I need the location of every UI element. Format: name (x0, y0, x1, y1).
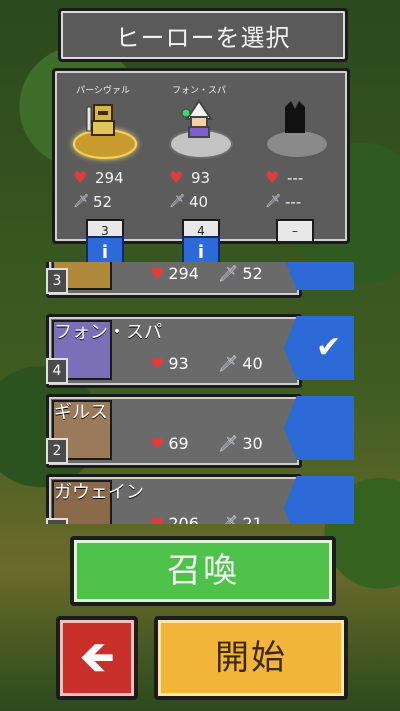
back-arrow-icon[interactable]: 🡸 (56, 616, 138, 700)
select-button[interactable]: ✔ (284, 316, 354, 380)
level-badge: 3 (46, 268, 68, 294)
heart-icon: ♥ (150, 264, 165, 283)
sword-icon: 🗡 (169, 194, 186, 209)
hero-slot-name: パーシヴァル (76, 86, 130, 96)
attack-stat: 🗡 40 (218, 354, 263, 373)
level-badge: 4 (46, 358, 68, 384)
level-badge (46, 518, 68, 524)
attack-stat: 🗡 21 (218, 514, 263, 524)
list-item[interactable]: ガウェイン ♥ 206 🗡 21 (46, 474, 354, 524)
heart-icon: ♥ (150, 354, 165, 373)
hp-stat: ♥ 294 (150, 264, 199, 283)
sword-icon: 🗡 (218, 434, 239, 453)
heart-icon: ♥ (169, 168, 184, 187)
heart-icon: ♥ (73, 168, 88, 187)
sword-icon: 🗡 (218, 514, 239, 524)
page-title: ヒーローを選択 (58, 8, 348, 62)
heart-icon: ♥ (265, 168, 280, 187)
check-icon: ✔ (316, 330, 342, 365)
hero-name: フォン・スパ (54, 322, 162, 343)
golden-knight-icon (86, 104, 115, 136)
hp-stat: ♥ 206 (150, 514, 199, 524)
hp-stat: ♥ 93 (169, 168, 211, 187)
attack-stat: 🗡 40 (169, 193, 209, 211)
select-button[interactable] (284, 476, 354, 524)
hero-name: ギルス (54, 402, 108, 423)
list-item[interactable]: 3 ♥ 294 🗡 52 (46, 262, 354, 298)
hp-stat: ♥ --- (265, 168, 304, 187)
empty-silhouette-icon (285, 101, 305, 133)
white-mage-icon (181, 99, 213, 138)
attack-stat: 🗡 --- (265, 193, 302, 211)
heart-icon: ♥ (150, 434, 165, 453)
hero-list[interactable]: 3 ♥ 294 🗡 52 4 フォン・スパ ♥ 93 🗡 40 ✔ 2 ギルス … (40, 262, 358, 524)
hero-slot-2[interactable]: フォン・スパ ♥ 93 🗡 40 (151, 71, 247, 241)
level-badge: 2 (46, 438, 68, 464)
hero-slot-name: フォン・スパ (171, 86, 226, 96)
attack-stat: 🗡 52 (218, 264, 263, 283)
attack-stat: 🗡 30 (218, 434, 263, 453)
list-item[interactable]: 2 ギルス ♥ 69 🗡 30 (46, 394, 354, 468)
hero-slot-level: – (276, 219, 314, 243)
sword-icon: 🗡 (218, 354, 239, 373)
list-item[interactable]: 4 フォン・スパ ♥ 93 🗡 40 ✔ (46, 314, 354, 388)
sword-icon: 🗡 (73, 194, 90, 209)
sword-icon: 🗡 (218, 264, 239, 283)
attack-stat: 🗡 52 (73, 193, 113, 211)
summon-button[interactable]: 召喚 (70, 536, 336, 606)
select-button[interactable] (284, 396, 354, 460)
hp-stat: ♥ 93 (150, 354, 189, 373)
hero-name: ガウェイン (54, 482, 144, 503)
sword-icon: 🗡 (265, 194, 282, 209)
start-button[interactable]: 開始 (154, 616, 348, 700)
hp-stat: ♥ 294 (73, 168, 124, 187)
hp-stat: ♥ 69 (150, 434, 189, 453)
hero-slot-1[interactable]: パーシヴァル ♥ 294 🗡 52 (55, 71, 151, 241)
hero-slot-3[interactable]: ♥ --- 🗡 --- (247, 71, 343, 241)
heart-icon: ♥ (150, 514, 165, 524)
selected-heroes-panel: パーシヴァル ♥ 294 🗡 52 フォン・スパ ♥ 93 🗡 40 ♥ ---… (52, 68, 350, 244)
